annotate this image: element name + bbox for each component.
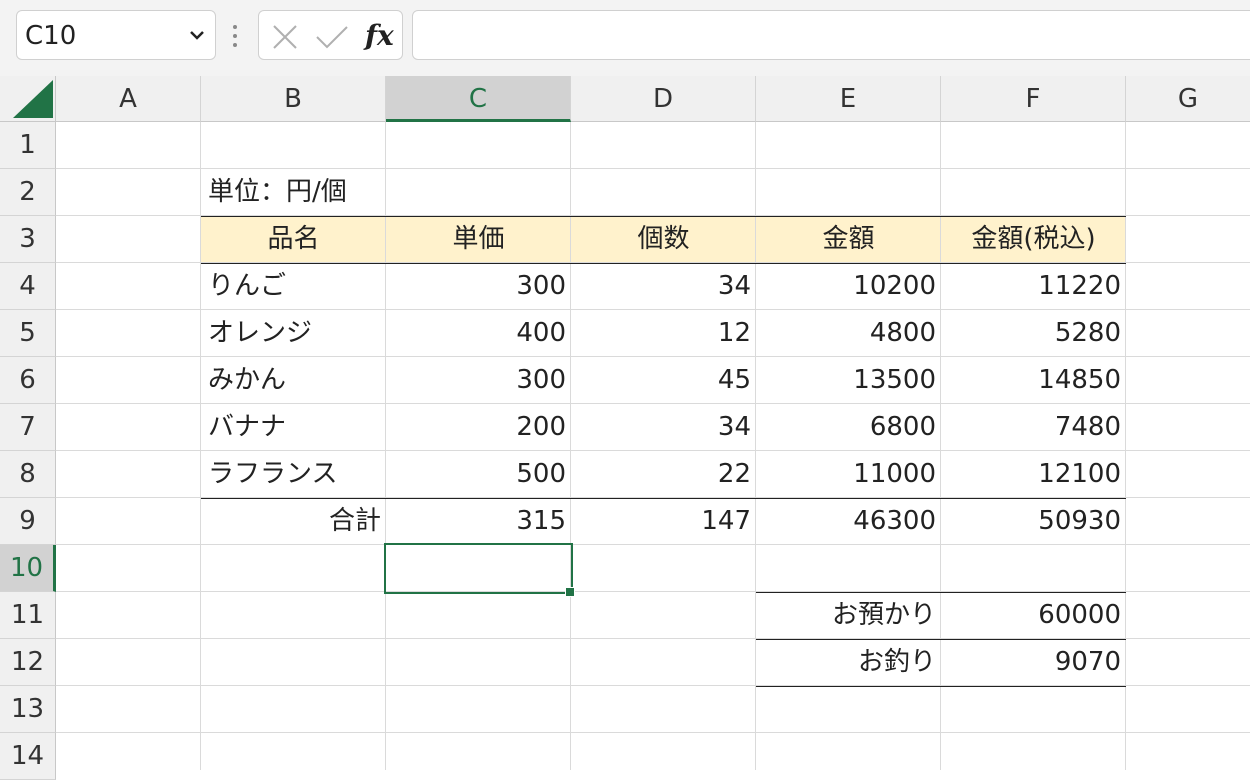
header-quantity[interactable]: 個数 (571, 216, 756, 263)
item-amount[interactable]: 13500 (756, 357, 941, 404)
row-header-1[interactable]: 1 (0, 122, 56, 169)
item-amount-tax[interactable]: 5280 (941, 310, 1126, 357)
unit-note[interactable]: 単位：円/個 (201, 169, 386, 216)
column-header-a[interactable]: A (56, 76, 201, 122)
item-qty[interactable]: 34 (571, 404, 756, 451)
chevron-down-icon[interactable] (185, 23, 209, 47)
header-item-name[interactable]: 品名 (201, 216, 386, 263)
received-value[interactable]: 60000 (941, 592, 1126, 639)
formula-input[interactable] (412, 10, 1250, 60)
row-header-13[interactable]: 13 (0, 686, 56, 733)
row-header-10[interactable]: 10 (0, 545, 56, 592)
received-label[interactable]: お預かり (756, 592, 941, 639)
row-header-7[interactable]: 7 (0, 404, 56, 451)
item-name[interactable]: バナナ (201, 404, 386, 451)
close-icon[interactable] (271, 23, 299, 51)
item-qty[interactable]: 22 (571, 451, 756, 498)
total-amount[interactable]: 46300 (756, 498, 941, 545)
item-qty[interactable]: 12 (571, 310, 756, 357)
column-header-c[interactable]: C (386, 76, 571, 122)
row-header-14[interactable]: 14 (0, 733, 56, 780)
item-price[interactable]: 200 (386, 404, 571, 451)
item-amount[interactable]: 10200 (756, 263, 941, 310)
total-label[interactable]: 合計 (201, 498, 386, 545)
row-header-12[interactable]: 12 (0, 639, 56, 686)
formula-bar: C10 fx (0, 0, 1250, 76)
row-header-8[interactable]: 8 (0, 451, 56, 498)
row-header-4[interactable]: 4 (0, 263, 56, 310)
formula-buttons: fx (258, 10, 403, 60)
change-value[interactable]: 9070 (941, 639, 1126, 686)
column-header-g[interactable]: G (1126, 76, 1250, 122)
row-header-5[interactable]: 5 (0, 310, 56, 357)
item-amount-tax[interactable]: 14850 (941, 357, 1126, 404)
header-amount[interactable]: 金額 (756, 216, 941, 263)
header-amount-tax[interactable]: 金額(税込) (941, 216, 1126, 263)
row-header-11[interactable]: 11 (0, 592, 56, 639)
header-unit-price[interactable]: 単価 (386, 216, 571, 263)
gridline (56, 732, 1250, 733)
item-amount[interactable]: 6800 (756, 404, 941, 451)
row-header-9[interactable]: 9 (0, 498, 56, 545)
column-header-e[interactable]: E (756, 76, 941, 122)
item-amount[interactable]: 11000 (756, 451, 941, 498)
item-price[interactable]: 300 (386, 357, 571, 404)
row-header-3[interactable]: 3 (0, 216, 56, 263)
item-amount-tax[interactable]: 7480 (941, 404, 1126, 451)
total-qty[interactable]: 147 (571, 498, 756, 545)
item-qty[interactable]: 34 (571, 263, 756, 310)
column-header-d[interactable]: D (571, 76, 756, 122)
item-name[interactable]: みかん (201, 357, 386, 404)
check-icon[interactable] (315, 23, 349, 51)
total-amount-tax[interactable]: 50930 (941, 498, 1126, 545)
item-price[interactable]: 300 (386, 263, 571, 310)
item-price[interactable]: 500 (386, 451, 571, 498)
name-box[interactable]: C10 (16, 10, 216, 60)
select-all-icon (13, 80, 53, 118)
fill-handle[interactable] (565, 587, 575, 597)
item-price[interactable]: 400 (386, 310, 571, 357)
item-amount-tax[interactable]: 11220 (941, 263, 1126, 310)
item-name[interactable]: りんご (201, 263, 386, 310)
item-name[interactable]: オレンジ (201, 310, 386, 357)
column-header-f[interactable]: F (941, 76, 1126, 122)
item-name[interactable]: ラフランス (201, 451, 386, 498)
select-all-button[interactable] (0, 76, 56, 122)
row-header-2[interactable]: 2 (0, 169, 56, 216)
active-cell-c10[interactable] (384, 543, 573, 594)
name-box-value: C10 (25, 21, 77, 51)
item-amount[interactable]: 4800 (756, 310, 941, 357)
more-options-icon[interactable] (229, 22, 241, 50)
item-qty[interactable]: 45 (571, 357, 756, 404)
column-header-b[interactable]: B (201, 76, 386, 122)
payment-bottom-border (756, 686, 1126, 687)
total-price[interactable]: 315 (386, 498, 571, 545)
change-label[interactable]: お釣り (756, 639, 941, 686)
row-header-6[interactable]: 6 (0, 357, 56, 404)
spreadsheet-grid: A B C D E F G 1 2 3 4 5 6 7 8 9 10 11 12… (0, 76, 1250, 780)
item-amount-tax[interactable]: 12100 (941, 451, 1126, 498)
insert-function-button[interactable]: fx (365, 19, 394, 52)
